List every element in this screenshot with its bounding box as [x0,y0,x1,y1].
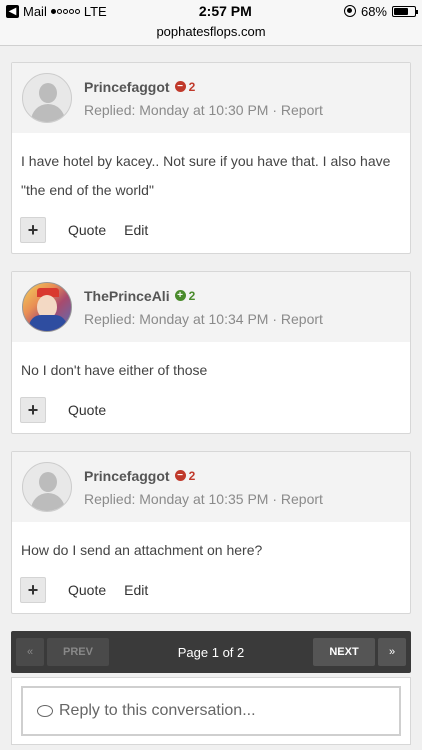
reputation-count: 2 [188,468,196,483]
reply-input[interactable]: Reply to this conversation... [21,686,401,736]
prev-page-button[interactable]: PREV [47,638,109,666]
pagination-bar: « PREV Page 1 of 2 NEXT » [11,631,411,673]
url-bar[interactable]: pophatesflops.com [0,22,422,46]
post-body: How do I send an attachment on here? [21,542,263,558]
minus-circle-icon: − [174,81,186,92]
replied-timestamp: Replied: Monday at 10:34 PM · Report [84,310,323,327]
avatar[interactable] [22,73,72,123]
message-post: ThePrinceAli + 2 Replied: Monday at 10:3… [11,271,411,434]
reputation-count: 2 [188,79,196,94]
replied-timestamp: Replied: Monday at 10:35 PM · Report [84,490,323,507]
status-right: 68% [343,3,418,19]
post-meta: Princefaggot − 2 Replied: Monday at 10:3… [84,79,323,118]
battery-icon [392,5,418,17]
avatar[interactable] [22,462,72,512]
reputation-badge: − 2 [174,79,196,94]
username-link[interactable]: Princefaggot [84,79,170,95]
plus-button[interactable]: + [20,397,46,423]
signal-strength-icon [50,8,80,14]
quote-link[interactable]: Quote [68,402,106,418]
plus-button[interactable]: + [20,577,46,603]
edit-link[interactable]: Edit [124,582,148,598]
reputation-count: 2 [188,288,196,303]
username-link[interactable]: Princefaggot [84,468,170,484]
status-bar: ◀ Mail LTE 2:57 PM 68% [0,0,422,22]
conversation: Princefaggot − 2 Replied: Monday at 10:3… [0,46,422,745]
post-meta: ThePrinceAli + 2 Replied: Monday at 10:3… [84,288,323,327]
post-actions: + Quote [12,391,410,433]
back-to-app-icon[interactable]: ◀ [6,4,19,18]
reply-placeholder: Reply to this conversation... [59,702,256,719]
avatar[interactable] [22,282,72,332]
speech-bubble-icon [37,705,53,717]
plus-button[interactable]: + [20,217,46,243]
post-meta: Princefaggot − 2 Replied: Monday at 10:3… [84,468,323,507]
message-post: Princefaggot − 2 Replied: Monday at 10:3… [11,62,411,254]
network-type: LTE [83,3,107,19]
reputation-badge: + 2 [174,288,196,303]
next-page-button[interactable]: NEXT [313,638,375,666]
post-body: No I don't have either of those [21,362,208,378]
post-header: ThePrinceAli + 2 Replied: Monday at 10:3… [12,272,410,342]
reputation-badge: − 2 [174,468,196,483]
quote-link[interactable]: Quote [68,222,106,238]
plus-circle-icon: + [174,290,186,301]
post-actions: + Quote Edit [12,211,410,253]
post-actions: + Quote Edit [12,571,410,613]
post-body: I have hotel by kacey.. Not sure if you … [21,153,391,198]
status-left: ◀ Mail LTE [6,4,107,19]
post-header: Princefaggot − 2 Replied: Monday at 10:3… [12,63,410,133]
minus-circle-icon: − [174,470,186,481]
edit-link[interactable]: Edit [124,222,148,238]
post-header: Princefaggot − 2 Replied: Monday at 10:3… [12,452,410,522]
reply-section: Reply to this conversation... [11,677,411,745]
first-page-button[interactable]: « [16,638,44,666]
back-app-label[interactable]: Mail [23,4,47,19]
status-time: 2:57 PM [198,3,252,19]
last-page-button[interactable]: » [378,638,406,666]
orientation-lock-icon [343,5,356,17]
message-post: Princefaggot − 2 Replied: Monday at 10:3… [11,451,411,614]
replied-timestamp: Replied: Monday at 10:30 PM · Report [84,101,323,118]
username-link[interactable]: ThePrinceAli [84,288,170,304]
battery-percent: 68% [360,3,387,19]
quote-link[interactable]: Quote [68,582,106,598]
